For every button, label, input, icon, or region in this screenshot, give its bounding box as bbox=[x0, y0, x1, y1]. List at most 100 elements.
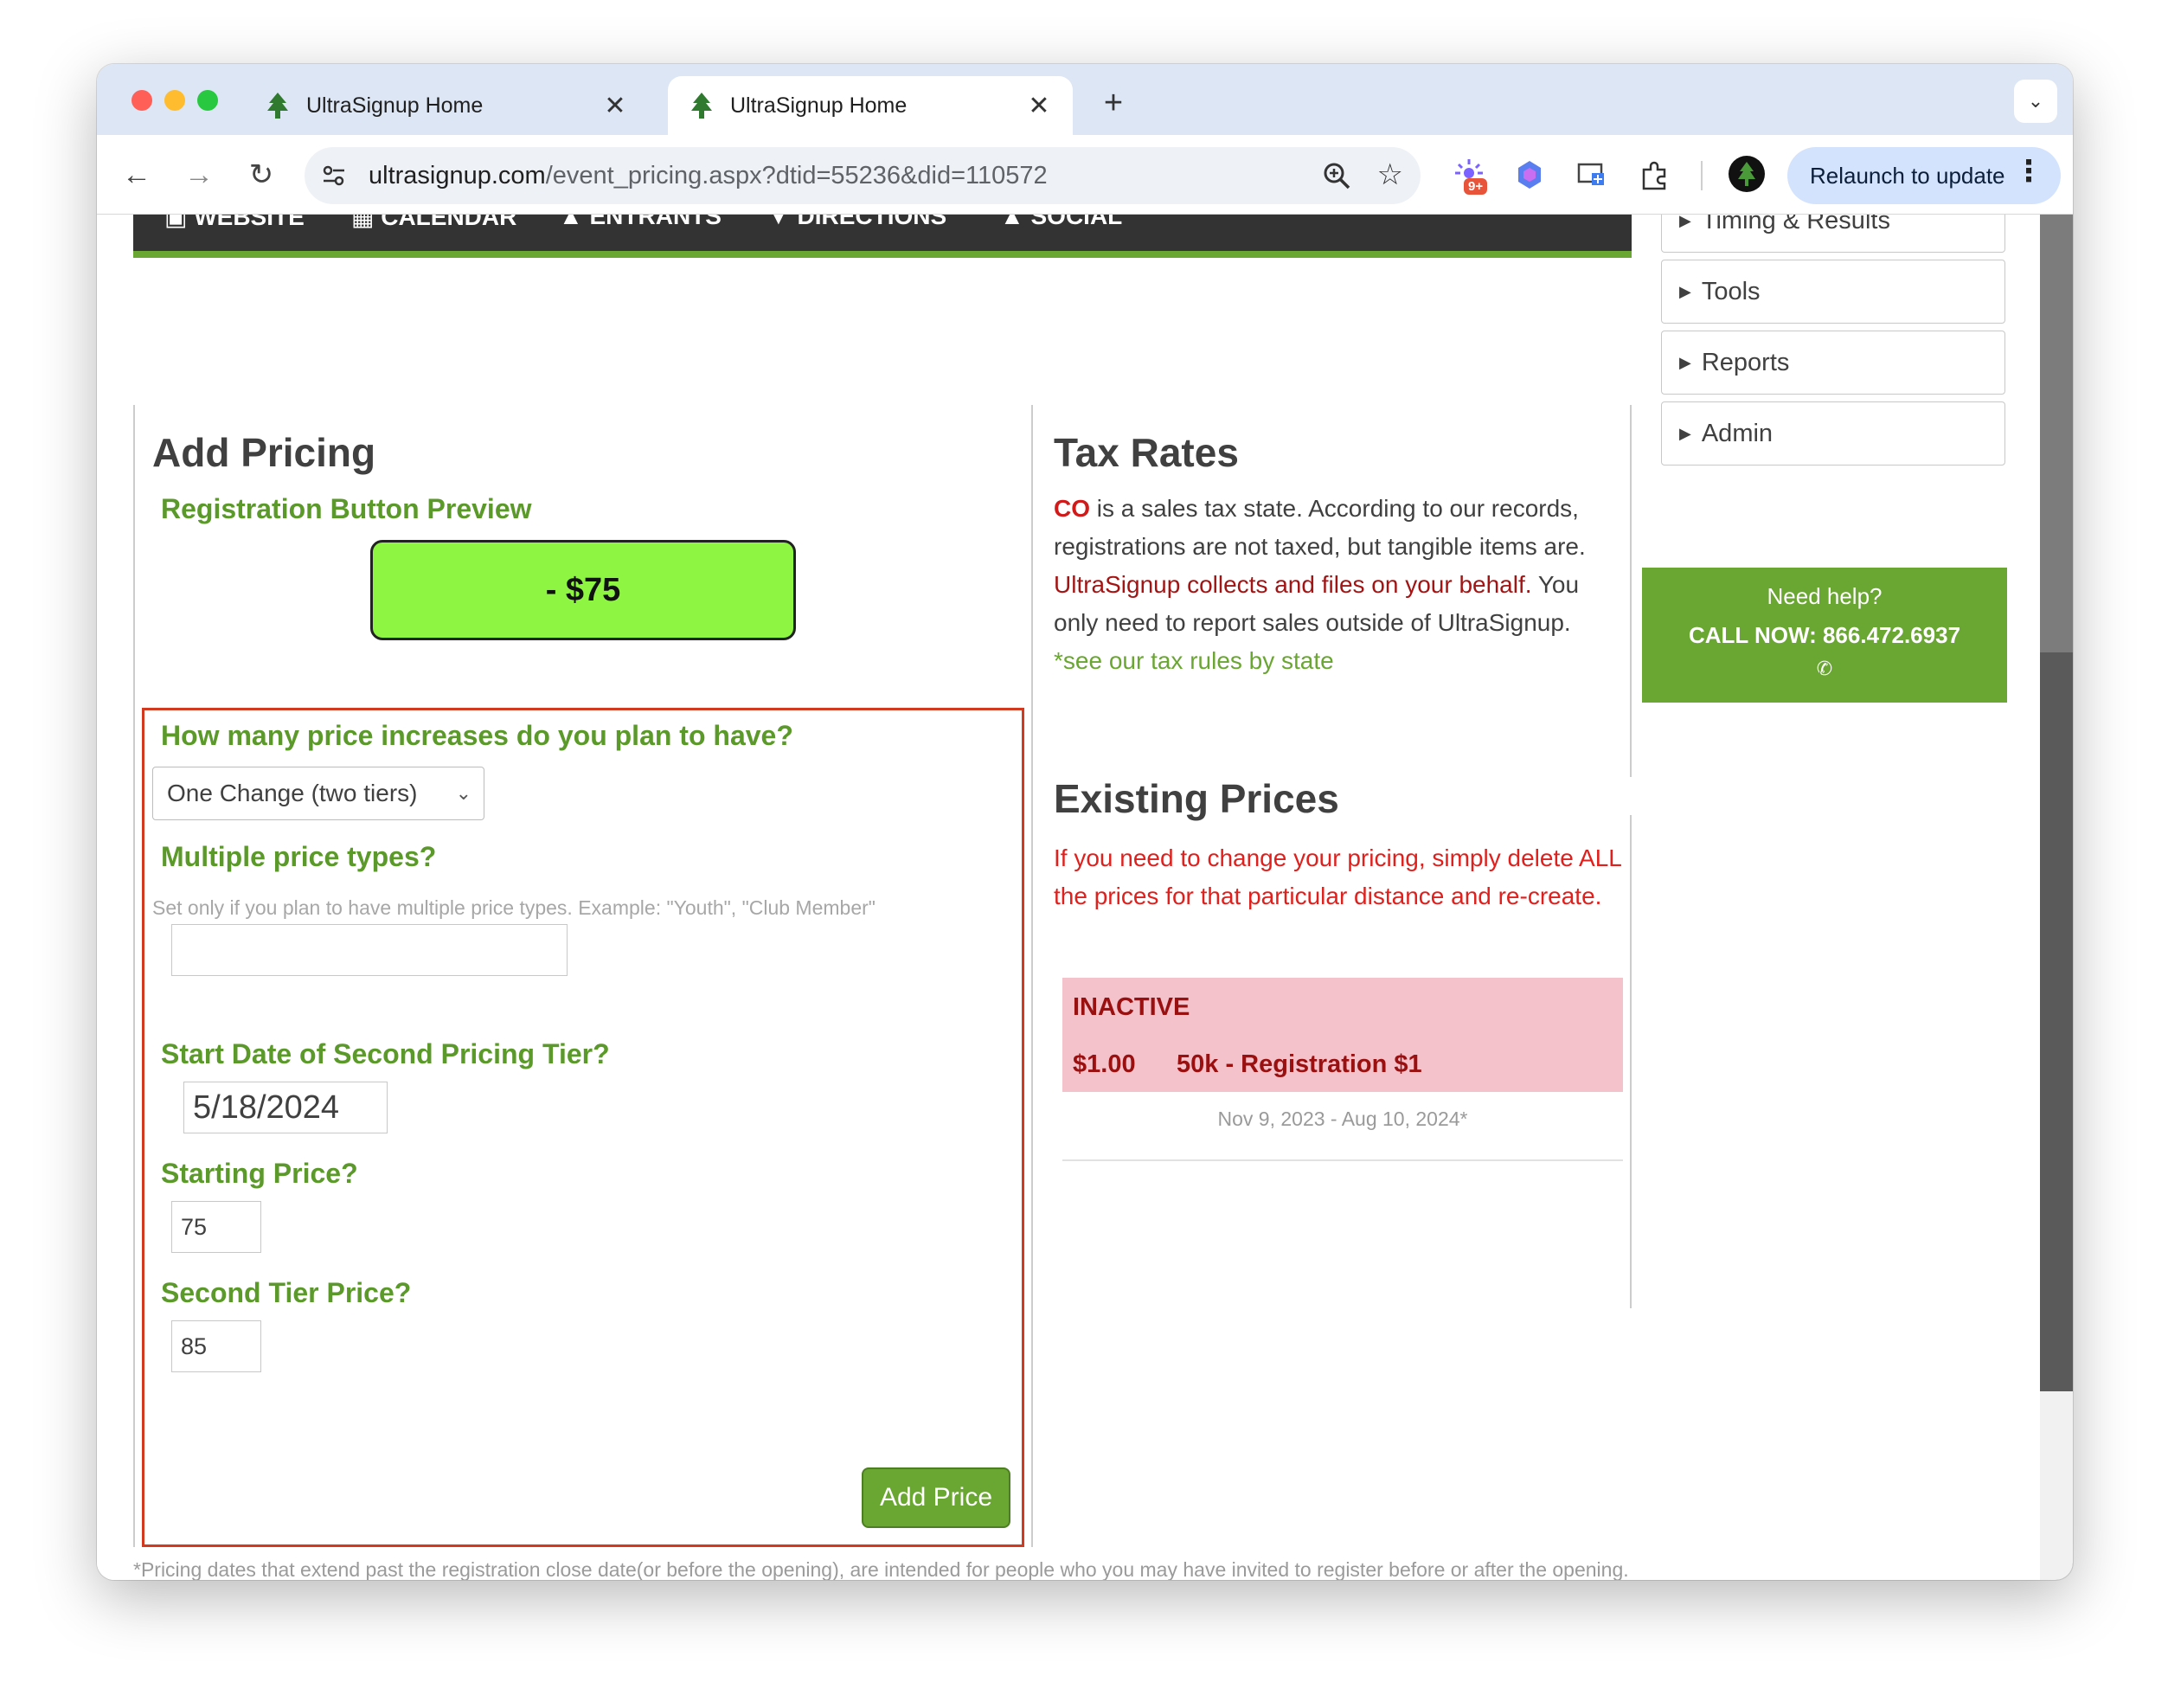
maximize-window-button[interactable] bbox=[197, 90, 218, 111]
back-arrow-icon[interactable]: ← bbox=[118, 156, 156, 194]
chevron-down-icon: ⌄ bbox=[455, 782, 471, 804]
price-entry: INACTIVE $1.00 50k - Registration $1 bbox=[1062, 978, 1623, 1092]
tab-title: UltraSignup Home bbox=[306, 93, 484, 118]
tax-rates-title: Tax Rates bbox=[1054, 430, 1239, 475]
close-window-button[interactable] bbox=[131, 90, 152, 111]
phone-icon: ✆ bbox=[1816, 658, 1833, 679]
nav-social-label: SOCIAL bbox=[1030, 215, 1123, 229]
bookmark-star-icon[interactable]: ☆ bbox=[1377, 157, 1403, 192]
nav-entrants[interactable]: ▲ ENTRANTS bbox=[559, 215, 722, 230]
nav-directions-label: DIRECTIONS bbox=[797, 215, 947, 229]
tax-text-1: is a sales tax state. According to our r… bbox=[1054, 495, 1586, 560]
caret-right-icon: ▶ bbox=[1679, 283, 1691, 300]
nav-calendar[interactable]: ▦ CALENDAR bbox=[351, 215, 516, 231]
registration-button-preview: - $75 bbox=[370, 540, 796, 640]
price-amount: $1.00 bbox=[1073, 1050, 1136, 1078]
tab-title: UltraSignup Home bbox=[730, 93, 908, 118]
nav-website-label: WEBSITE bbox=[194, 215, 305, 230]
toolbar-separator bbox=[1701, 161, 1703, 190]
url-host: ultrasignup.com bbox=[369, 162, 546, 189]
nav-website[interactable]: ▣ WEBSITE bbox=[164, 215, 305, 231]
existing-prices-warning: If you need to change your pricing, simp… bbox=[1054, 844, 1621, 909]
nav-social[interactable]: ▲ SOCIAL bbox=[1000, 215, 1122, 230]
middle-column-border bbox=[1031, 405, 1033, 1547]
tab-close-icon[interactable]: ✕ bbox=[602, 91, 628, 121]
sidebar-item-tools[interactable]: ▶ Tools bbox=[1661, 260, 2005, 324]
help-box[interactable]: Need help? CALL NOW: 866.472.6937 ✆ bbox=[1642, 568, 2007, 703]
starting-price-input[interactable]: 75 bbox=[171, 1201, 261, 1253]
tree-favicon-icon bbox=[691, 93, 712, 119]
caret-right-icon: ▶ bbox=[1679, 354, 1691, 371]
new-tab-button[interactable]: + bbox=[1092, 81, 1135, 125]
registration-preview-label: Registration Button Preview bbox=[161, 493, 532, 524]
add-price-button[interactable]: Add Price bbox=[862, 1467, 1010, 1528]
second-tier-date-input[interactable]: 5/18/2024 bbox=[183, 1082, 388, 1133]
second-tier-price-input[interactable]: 85 bbox=[171, 1320, 261, 1372]
sidebar-item-timing-results[interactable]: ▶ Timing & Results bbox=[1661, 215, 2005, 253]
pricing-footnote: *Pricing dates that extend past the regi… bbox=[133, 1558, 1629, 1580]
relaunch-label: Relaunch to update bbox=[1810, 162, 2005, 189]
forward-arrow-icon[interactable]: → bbox=[180, 156, 218, 194]
tax-rules-link[interactable]: *see our tax rules by state bbox=[1054, 647, 1334, 674]
more-menu-icon[interactable]: ⋮ bbox=[2014, 154, 2043, 189]
extensions-puzzle-icon[interactable] bbox=[1637, 157, 1671, 192]
sidebar-item-admin[interactable]: ▶ Admin bbox=[1661, 401, 2005, 466]
tree-favicon-icon bbox=[267, 93, 288, 119]
extension-badge: 9+ bbox=[1464, 178, 1488, 195]
add-pricing-title: Add Pricing bbox=[152, 430, 376, 475]
nav-directions[interactable]: ▼ DIRECTIONS bbox=[766, 215, 946, 230]
tax-state: CO bbox=[1054, 495, 1090, 522]
browser-tab-1[interactable]: UltraSignup Home ✕ bbox=[244, 76, 649, 135]
price-increases-label: How many price increases do you plan to … bbox=[161, 720, 793, 751]
copilot-extension-icon[interactable] bbox=[1512, 157, 1547, 192]
browser-toolbar: ← → ↻ ultrasignup.com/event_pricing.aspx… bbox=[97, 135, 2073, 215]
second-tier-price-label: Second Tier Price? bbox=[161, 1277, 412, 1308]
reload-icon[interactable]: ↻ bbox=[242, 156, 280, 194]
tab-search-chevron-icon[interactable]: ⌄ bbox=[2014, 80, 2057, 123]
tax-rates-text: CO is a sales tax state. According to ou… bbox=[1054, 490, 1625, 680]
nav-entrants-label: ENTRANTS bbox=[589, 215, 722, 229]
starting-price-label: Starting Price? bbox=[161, 1158, 358, 1189]
sidebar-item-label: Tools bbox=[1701, 278, 1761, 305]
profile-avatar[interactable] bbox=[1729, 156, 1765, 192]
browser-window: UltraSignup Home ✕ UltraSignup Home ✕ + … bbox=[97, 64, 2073, 1580]
browser-tab-2[interactable]: UltraSignup Home ✕ bbox=[668, 76, 1073, 135]
site-settings-icon[interactable] bbox=[320, 162, 348, 189]
tab-strip: UltraSignup Home ✕ UltraSignup Home ✕ + … bbox=[97, 64, 2073, 135]
zoom-icon[interactable] bbox=[1322, 161, 1351, 190]
sidebar-item-label: Timing & Results bbox=[1701, 215, 1890, 234]
sidebar-item-label: Admin bbox=[1701, 420, 1774, 447]
multiple-price-types-label: Multiple price types? bbox=[161, 841, 437, 872]
nav-calendar-label: CALENDAR bbox=[381, 215, 517, 230]
event-top-nav: ▣ WEBSITE ▦ CALENDAR ▲ ENTRANTS ▼ DIRECT… bbox=[133, 215, 1632, 258]
url-path: /event_pricing.aspx?dtid=55236&did=11057… bbox=[545, 162, 1048, 189]
minimize-window-button[interactable] bbox=[164, 90, 185, 111]
screen-capture-extension-icon[interactable] bbox=[1575, 157, 1609, 192]
caret-right-icon: ▶ bbox=[1679, 215, 1691, 229]
multiple-price-types-input[interactable] bbox=[171, 924, 568, 976]
help-title: Need help? bbox=[1767, 583, 1883, 609]
price-increases-value: One Change (two tiers) bbox=[167, 780, 418, 806]
second-tier-date-label: Start Date of Second Pricing Tier? bbox=[161, 1038, 610, 1069]
tax-collects-text: UltraSignup collects and files on your b… bbox=[1054, 571, 1532, 598]
price-date-range: Nov 9, 2023 - Aug 10, 2024* bbox=[1217, 1108, 1468, 1130]
multiple-price-types-hint: Set only if you plan to have multiple pr… bbox=[152, 896, 876, 919]
address-bar[interactable]: ultrasignup.com/event_pricing.aspx?dtid=… bbox=[305, 147, 1421, 204]
url-text: ultrasignup.com/event_pricing.aspx?dtid=… bbox=[369, 162, 1048, 190]
tax-column-border bbox=[1630, 405, 1632, 777]
price-increases-select[interactable]: One Change (two tiers) ⌄ bbox=[152, 767, 484, 820]
scrollbar-upper-track bbox=[2040, 215, 2073, 652]
existing-prices-title: Existing Prices bbox=[1054, 776, 1339, 821]
price-status: INACTIVE bbox=[1073, 993, 1190, 1021]
price-name: 50k - Registration $1 bbox=[1177, 1050, 1422, 1078]
tab-close-icon[interactable]: ✕ bbox=[1026, 91, 1052, 121]
caret-right-icon: ▶ bbox=[1679, 425, 1691, 442]
sidebar-item-label: Reports bbox=[1701, 349, 1790, 376]
sidebar-item-reports[interactable]: ▶ Reports bbox=[1661, 331, 2005, 395]
tree-avatar-icon bbox=[1738, 162, 1755, 186]
price-divider bbox=[1062, 1159, 1623, 1161]
scrollbar-lower-track bbox=[2040, 1391, 2073, 1580]
help-phone: CALL NOW: 866.472.6937 bbox=[1688, 622, 1961, 648]
page-scrollbar[interactable] bbox=[2040, 215, 2073, 1580]
relaunch-to-update-button[interactable]: Relaunch to update ⋮ bbox=[1787, 147, 2061, 204]
